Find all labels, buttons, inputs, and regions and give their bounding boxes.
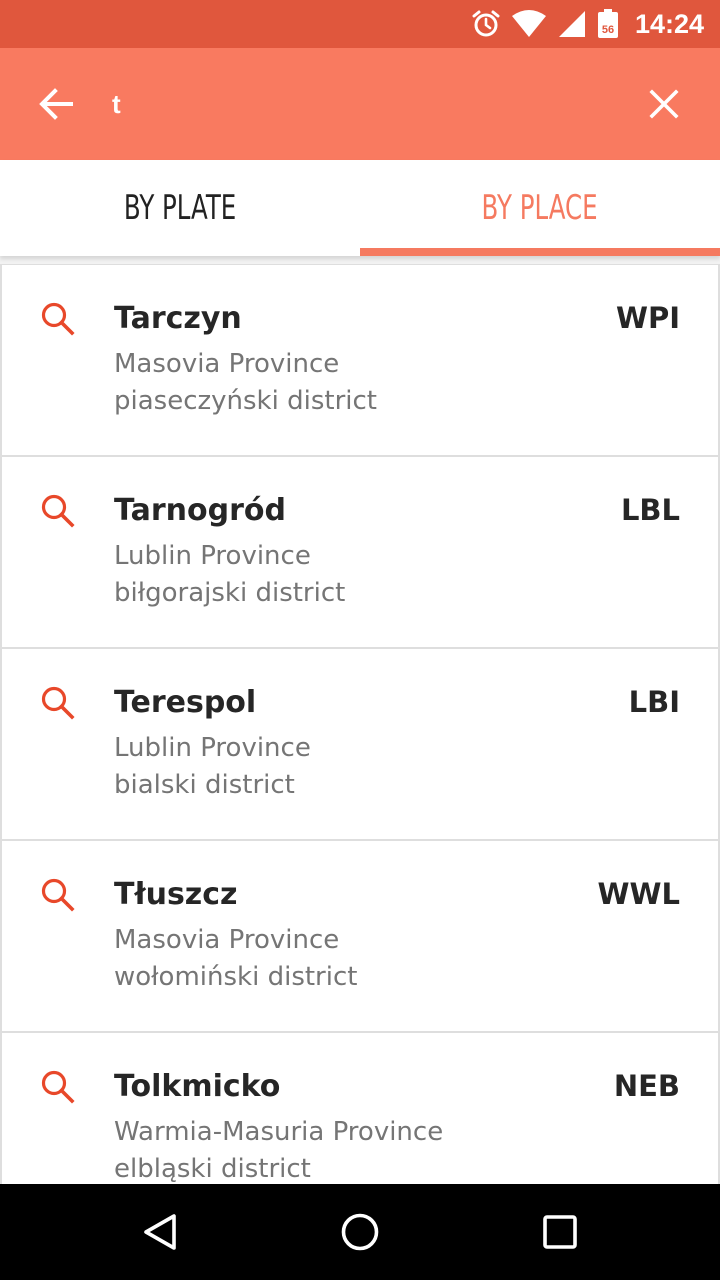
district-name: piaseczyński district	[114, 386, 377, 416]
list-item[interactable]: Tłuszcz WWL Masovia Province wołomiński dis…	[0, 840, 720, 1032]
tab-by-place[interactable]: BY PLACE	[360, 160, 720, 256]
place-name: Tłuszcz	[114, 877, 238, 912]
tab-by-plate-label: BY PLATE	[123, 188, 237, 228]
svg-text:56: 56	[602, 24, 614, 36]
nav-back-button[interactable]	[136, 1208, 184, 1256]
plate-code: WWL	[597, 877, 680, 911]
province-name: Warmia-Masuria Province	[114, 1117, 444, 1147]
province-name: Lublin Province	[114, 541, 311, 571]
list-item[interactable]: Tolkmicko NEB Warmia-Masuria Province elblą…	[0, 1032, 720, 1184]
district-name: biłgorajski district	[114, 578, 346, 608]
plate-code: WPI	[615, 301, 680, 335]
tab-bar: BY PLATE BY PLACE	[0, 160, 720, 256]
list-item[interactable]: Tarczyn WPI Masovia Province piaseczyński d…	[0, 264, 720, 456]
tab-by-place-label: BY PLACE	[481, 188, 599, 228]
place-name: Tarnogród	[114, 493, 286, 528]
system-nav-bar	[0, 1184, 720, 1280]
status-time: 14:24	[634, 8, 704, 39]
plate-code: NEB	[613, 1069, 680, 1103]
plate-code: LBL	[620, 493, 680, 527]
search-icon	[40, 877, 76, 913]
recents-square-icon	[543, 1215, 577, 1249]
status-icons: 56 14:24	[471, 0, 704, 48]
search-icon	[40, 1069, 76, 1105]
search-icon	[40, 493, 76, 529]
clear-search-button[interactable]	[636, 76, 692, 132]
active-tab-indicator	[360, 248, 720, 256]
alarm-icon	[471, 9, 501, 39]
results-list[interactable]: Tarczyn WPI Masovia Province piaseczyński d…	[0, 256, 720, 1184]
close-icon	[649, 89, 679, 119]
back-triangle-icon	[144, 1214, 176, 1250]
place-name: Terespol	[114, 685, 257, 720]
status-bar: 56 14:24	[0, 0, 720, 48]
province-name: Lublin Province	[114, 733, 311, 763]
back-button[interactable]	[28, 76, 84, 132]
province-name: Masovia Province	[114, 349, 340, 379]
list-item[interactable]: Tarnogród LBL Lublin Province biłgorajski d…	[0, 456, 720, 648]
tab-by-plate[interactable]: BY PLATE	[0, 160, 360, 256]
signal-icon	[557, 10, 587, 38]
search-input[interactable]	[112, 78, 592, 130]
province-name: Masovia Province	[114, 925, 340, 955]
nav-recents-button[interactable]	[536, 1208, 584, 1256]
calendar-icon: 56	[597, 9, 619, 39]
place-name: Tarczyn	[114, 301, 242, 336]
search-icon	[40, 685, 76, 721]
district-name: bialski district	[114, 770, 295, 800]
district-name: wołomiński district	[114, 962, 358, 992]
list-item[interactable]: Terespol LBI Lublin Province bialski distri…	[0, 648, 720, 840]
search-app-bar	[0, 48, 720, 160]
district-name: elbląski district	[114, 1154, 311, 1184]
place-name: Tolkmicko	[114, 1069, 281, 1104]
results-list-inner: Tarczyn WPI Masovia Province piaseczyński d…	[0, 264, 720, 1184]
nav-home-button[interactable]	[336, 1208, 384, 1256]
search-icon	[40, 301, 76, 337]
home-circle-icon	[341, 1213, 379, 1251]
arrow-left-icon	[39, 88, 73, 120]
wifi-icon	[511, 10, 547, 38]
plate-code: LBI	[628, 685, 680, 719]
